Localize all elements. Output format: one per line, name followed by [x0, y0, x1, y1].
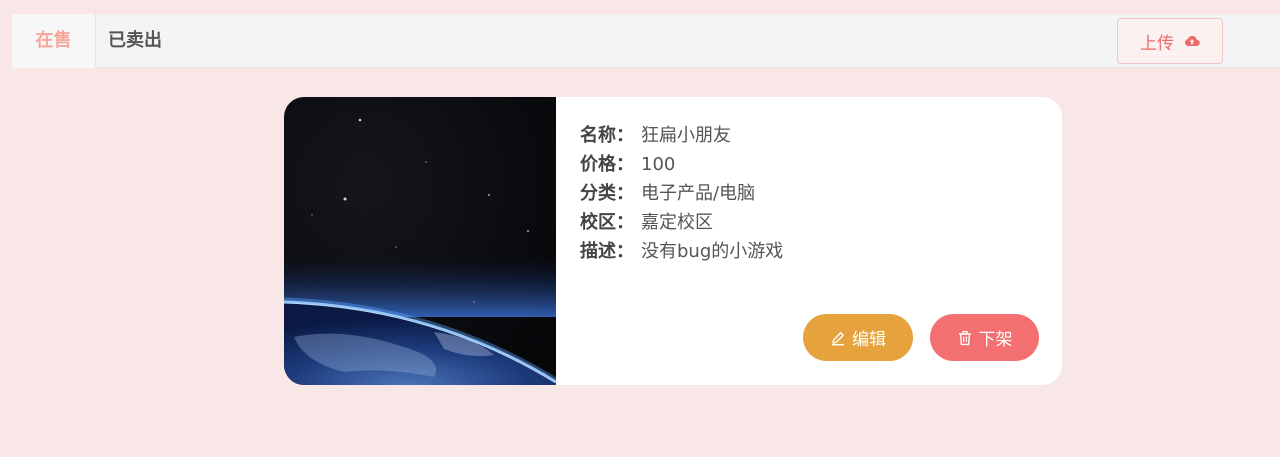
cloud-upload-icon — [1184, 35, 1200, 47]
field-name: 名称： 狂扁小朋友 — [580, 123, 783, 152]
trash-icon — [958, 330, 971, 345]
field-value: 狂扁小朋友 — [641, 125, 731, 146]
takedown-button-label: 下架 — [978, 330, 1013, 350]
field-label: 描述： — [580, 241, 634, 262]
tab-bar: 在售 已卖出 上传 — [12, 14, 1280, 68]
field-label: 校区： — [580, 212, 634, 233]
takedown-button[interactable]: 下架 — [930, 314, 1039, 361]
field-category: 分类： 电子产品/电脑 — [580, 181, 783, 210]
upload-button-label: 上传 — [1140, 33, 1174, 54]
field-price: 价格： 100 — [580, 152, 783, 181]
field-label: 价格： — [580, 154, 634, 175]
field-value: 嘉定校区 — [641, 212, 713, 233]
field-value: 没有bug的小游戏 — [641, 241, 784, 262]
field-value: 100 — [641, 154, 676, 175]
edit-button[interactable]: 编辑 — [803, 314, 913, 361]
product-info: 名称： 狂扁小朋友 价格： 100 分类： 电子产品/电脑 校区： 嘉定校区 描述： 没有… — [580, 123, 783, 268]
field-label: 分类： — [580, 183, 634, 204]
tab-sold[interactable]: 已卖出 — [108, 14, 188, 68]
product-image — [284, 97, 556, 385]
edit-button-label: 编辑 — [852, 330, 886, 350]
product-card: 名称： 狂扁小朋友 价格： 100 分类： 电子产品/电脑 校区： 嘉定校区 描述： 没有… — [284, 97, 1062, 385]
field-label: 名称： — [580, 125, 634, 146]
tab-on-sale[interactable]: 在售 — [12, 14, 96, 68]
field-description: 描述： 没有bug的小游戏 — [580, 239, 783, 268]
edit-icon — [832, 331, 844, 346]
field-value: 电子产品/电脑 — [641, 183, 756, 204]
upload-button[interactable]: 上传 — [1117, 18, 1223, 64]
field-campus: 校区： 嘉定校区 — [580, 210, 783, 239]
